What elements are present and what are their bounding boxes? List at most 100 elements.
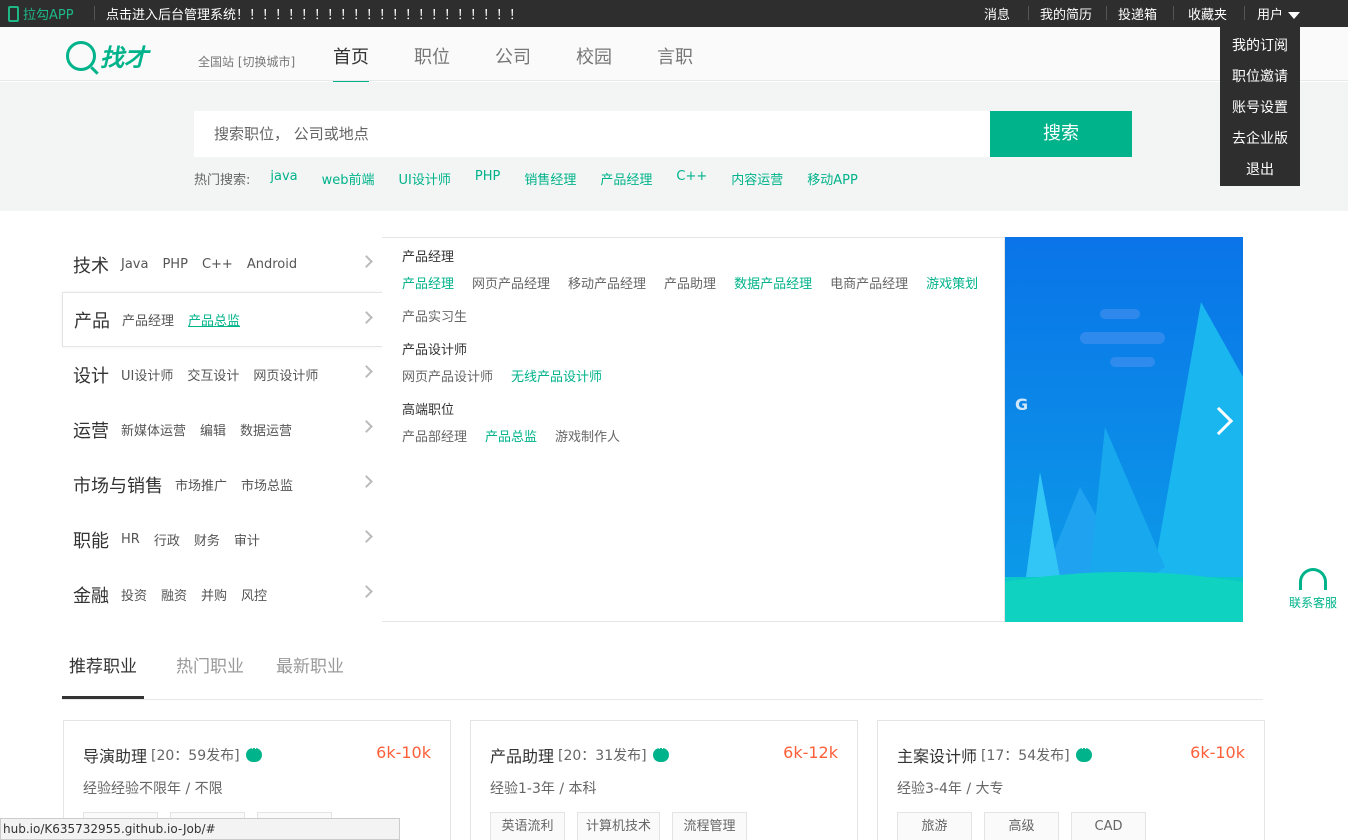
category-sub-link[interactable]: 新媒体运营 xyxy=(121,420,186,439)
nav-companies[interactable]: 公司 xyxy=(495,43,531,83)
banner-illustration xyxy=(1005,237,1243,622)
flyout-job-link[interactable]: 电商产品经理 xyxy=(830,273,908,292)
nav-home[interactable]: 首页 xyxy=(333,43,369,83)
hot-search-link[interactable]: 内容运营 xyxy=(731,169,783,188)
hot-search-link[interactable]: C++ xyxy=(676,169,707,188)
flyout-job-link[interactable]: 产品助理 xyxy=(664,273,716,292)
favorites-link[interactable]: 收藏夹 xyxy=(1188,4,1227,23)
category-sub-link[interactable]: 数据运营 xyxy=(240,420,292,439)
flyout-job-link[interactable]: 产品部经理 xyxy=(402,426,467,445)
admin-notice-link[interactable]: 点击进入后台管理系统！！！！！！！！！！！！！！！！！！！！！！ xyxy=(106,4,522,23)
messages-link[interactable]: 消息 xyxy=(984,4,1010,23)
nav-talk[interactable]: 言职 xyxy=(657,43,693,83)
category-sub-link[interactable]: PHP xyxy=(162,257,187,272)
job-card[interactable]: 产品助理[20：31发布] 6k-12k 经验1-3年 / 本科英语流利计算机技术流… xyxy=(470,720,858,840)
category-sub-link[interactable]: 网页设计师 xyxy=(253,365,318,384)
app-download-link[interactable]: 拉勾APP xyxy=(8,4,74,23)
banner-carousel[interactable]: G xyxy=(1005,237,1243,622)
flyout-job-link[interactable]: 移动产品经理 xyxy=(568,273,646,292)
flyout-job-link[interactable]: 数据产品经理 xyxy=(734,273,812,292)
category-sub-link[interactable]: 审计 xyxy=(234,530,260,549)
flyout-job-link[interactable]: 网页产品经理 xyxy=(472,273,550,292)
flyout-job-link[interactable]: 游戏制作人 xyxy=(555,426,620,445)
hot-search-label: 热门搜索: xyxy=(194,173,251,188)
flyout-job-link[interactable]: 游戏策划 xyxy=(926,273,978,292)
category-sub-link[interactable]: 财务 xyxy=(194,530,220,549)
flyout-job-link[interactable]: 产品经理 xyxy=(402,273,454,292)
category-sub-link[interactable]: 编辑 xyxy=(200,420,226,439)
hot-search-link[interactable]: 移动APP xyxy=(807,169,858,188)
flyout-job-link[interactable]: 无线产品设计师 xyxy=(511,366,602,385)
category-sub-link[interactable]: UI设计师 xyxy=(121,365,173,384)
flyout-group: 产品设计师 网页产品设计师 无线产品设计师 xyxy=(402,339,984,385)
hot-search-link[interactable]: UI设计师 xyxy=(399,169,451,188)
hot-search-link[interactable]: 产品经理 xyxy=(600,169,652,188)
category-sub-link[interactable]: C++ xyxy=(202,257,233,272)
category-sub-link[interactable]: 市场总监 xyxy=(241,475,293,494)
flyout-job-link[interactable]: 网页产品设计师 xyxy=(402,366,493,385)
phone-icon xyxy=(8,5,19,22)
category-item[interactable]: 职能 HR 行政 财务 审计 xyxy=(62,512,383,567)
divider xyxy=(1244,6,1245,20)
category-sub-link[interactable]: Java xyxy=(121,257,148,272)
job-title[interactable]: 产品助理 xyxy=(490,743,554,767)
user-menu-item[interactable]: 职位邀请 xyxy=(1220,62,1300,93)
hot-search-link[interactable]: java xyxy=(270,169,297,188)
flyout-job-link[interactable]: 产品实习生 xyxy=(402,306,467,325)
category-sub-link[interactable]: 交互设计 xyxy=(187,365,239,384)
search-input[interactable]: 搜索职位， 公司或地点 xyxy=(194,111,990,157)
headphones-icon xyxy=(1299,568,1327,590)
category-item[interactable]: 金融 投资 融资 并购 风控 xyxy=(62,567,383,622)
chat-bubble-icon[interactable] xyxy=(652,744,669,762)
user-menu-item[interactable]: 去企业版 xyxy=(1220,124,1300,155)
user-menu-item[interactable]: 退出 xyxy=(1220,155,1300,186)
category-item[interactable]: 运营 新媒体运营 编辑 数据运营 xyxy=(62,402,383,457)
tab-recommended[interactable]: 推荐职业 xyxy=(62,642,144,699)
user-menu-item[interactable]: 我的订阅 xyxy=(1220,31,1300,62)
category-item[interactable]: 设计 UI设计师 交互设计 网页设计师 xyxy=(62,347,383,402)
category-item[interactable]: 技术 Java PHP C++ Android xyxy=(62,237,383,292)
category-sub-link[interactable]: 行政 xyxy=(154,530,180,549)
category-item[interactable]: 市场与销售 市场推广 市场总监 xyxy=(62,457,383,512)
category-sub-link[interactable]: 市场推广 xyxy=(175,475,227,494)
category-sub-link[interactable]: 并购 xyxy=(201,585,227,604)
category-sub-link[interactable]: 风控 xyxy=(241,585,267,604)
site-header: 找才 全国站 [切换城市] 首页 职位 公司 校园 言职 xyxy=(0,27,1348,83)
search-button[interactable]: 搜索 xyxy=(990,111,1132,157)
category-title: 设计 xyxy=(73,365,109,387)
customer-service-button[interactable]: 联系客服 xyxy=(1288,568,1338,611)
user-menu-item[interactable]: 账号设置 xyxy=(1220,93,1300,124)
job-card-header: 导演助理[20：59发布] 6k-10k xyxy=(83,743,431,767)
chat-bubble-icon[interactable] xyxy=(245,744,262,762)
category-sub-link[interactable]: 投资 xyxy=(121,585,147,604)
job-card[interactable]: 主案设计师[17：54发布] 6k-10k 经验3-4年 / 大专旅游高级 CAD xyxy=(877,720,1265,840)
chat-bubble-icon[interactable] xyxy=(1075,744,1092,762)
category-sub-link[interactable]: 产品经理 xyxy=(122,310,174,329)
my-resume-link[interactable]: 我的简历 xyxy=(1040,4,1092,23)
job-salary: 6k-10k xyxy=(1190,743,1245,762)
hot-search-link[interactable]: 销售经理 xyxy=(524,169,576,188)
job-card-header: 主案设计师[17：54发布] 6k-10k xyxy=(897,743,1245,767)
job-title[interactable]: 导演助理 xyxy=(83,743,147,767)
category-sub-link[interactable]: 融资 xyxy=(161,585,187,604)
job-title[interactable]: 主案设计师 xyxy=(897,743,977,767)
category-sub-link[interactable]: 产品总监 xyxy=(188,310,240,329)
category-sub-link[interactable]: Android xyxy=(247,257,297,272)
flyout-job-link[interactable]: 产品总监 xyxy=(485,426,537,445)
hot-search-link[interactable]: web前端 xyxy=(322,169,375,188)
nav-campus[interactable]: 校园 xyxy=(576,43,612,83)
tab-latest[interactable]: 最新职业 xyxy=(276,642,344,699)
applications-link[interactable]: 投递箱 xyxy=(1118,4,1157,23)
category-item[interactable]: 产品 产品经理 产品总监 xyxy=(62,292,383,347)
hot-search-link[interactable]: PHP xyxy=(475,169,500,188)
hot-searches: 热门搜索: java web前端 UI设计师 PHP 销售经理 产品经理 C++… xyxy=(194,169,858,188)
tab-hot[interactable]: 热门职业 xyxy=(176,642,244,699)
chevron-right-icon xyxy=(360,585,373,598)
logo[interactable]: 找才 xyxy=(66,38,148,73)
category-sub-link[interactable]: HR xyxy=(121,532,140,547)
user-menu-toggle[interactable]: 用户 xyxy=(1257,4,1301,23)
nav-jobs[interactable]: 职位 xyxy=(414,43,450,83)
city-switcher[interactable]: 全国站 [切换城市] xyxy=(198,53,295,70)
flyout-group-title: 产品经理 xyxy=(402,250,455,265)
job-salary: 6k-12k xyxy=(783,743,838,762)
